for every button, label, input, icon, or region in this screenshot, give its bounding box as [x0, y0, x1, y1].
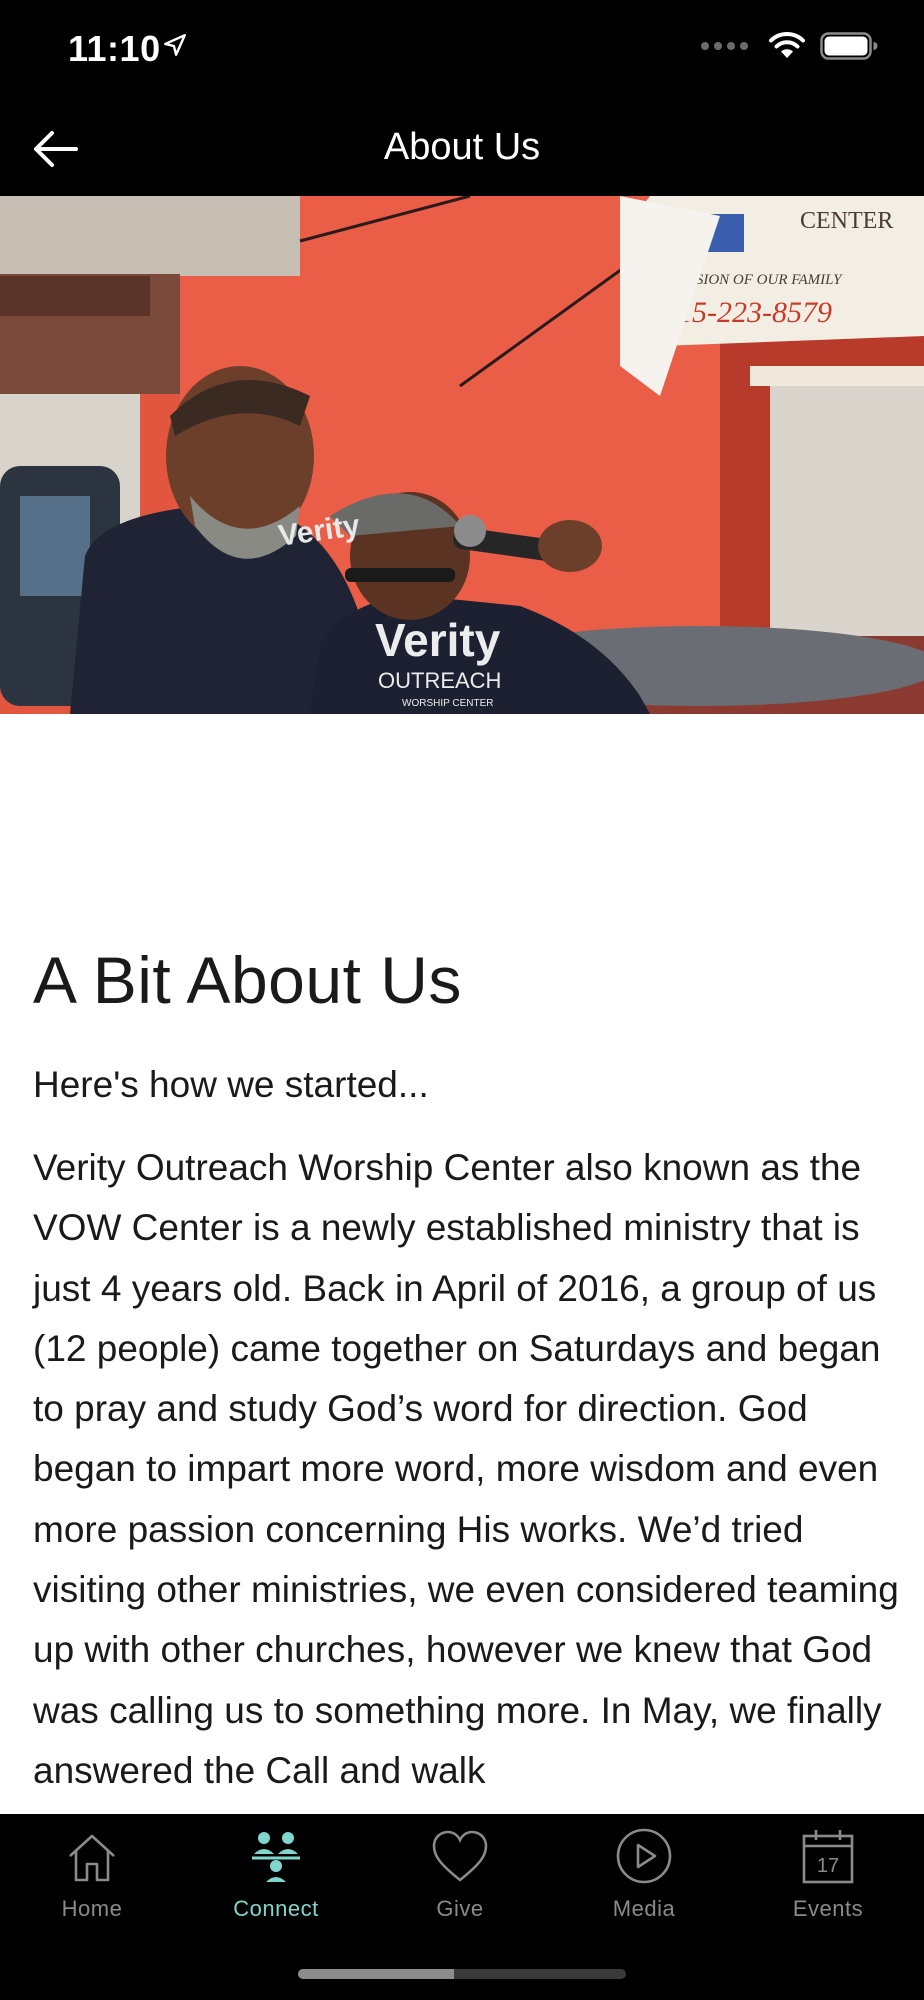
tab-events-label: Events	[792, 1896, 864, 1921]
home-indicator[interactable]	[298, 1969, 626, 1979]
heart-icon	[432, 1830, 488, 1882]
sign-text-center: CENTER	[800, 208, 893, 234]
hero-photo: CENTER EXTENSION OF OUR FAMILY 215-223-8…	[0, 196, 924, 714]
hoodie-logo-text-large: Verity	[375, 614, 501, 666]
battery-icon	[820, 32, 878, 60]
about-content: A Bit About Us Here's how we started... …	[0, 714, 924, 1814]
home-icon	[69, 1834, 115, 1882]
connect-people-icon	[252, 1832, 300, 1882]
tab-home-label: Home	[61, 1896, 123, 1921]
tab-media-label: Media	[612, 1896, 676, 1921]
section-body-text: Verity Outreach Worship Center also know…	[33, 1147, 899, 1791]
hoodie-worship-center-text: WORSHIP CENTER	[402, 698, 494, 709]
hero-illustration: CENTER EXTENSION OF OUR FAMILY 215-223-8…	[0, 196, 924, 714]
calendar-day-number: 17	[817, 1855, 839, 1877]
tab-connect-label: Connect	[233, 1896, 319, 1921]
tab-connect[interactable]: Connect	[184, 1814, 368, 1944]
hoodie-outreach-text: OUTREACH	[378, 668, 501, 693]
location-arrow-icon	[164, 34, 186, 56]
signal-dots-icon	[701, 42, 748, 50]
calendar-icon: 17	[802, 1830, 854, 1884]
section-subheading: Here's how we started...	[33, 1064, 429, 1105]
status-time: 11:10	[68, 28, 161, 69]
section-heading: A Bit About Us	[33, 943, 462, 1017]
tab-media[interactable]: Media	[552, 1814, 736, 1944]
page-title: About Us	[383, 126, 541, 168]
status-bar: 11:10	[0, 0, 924, 100]
status-indicators	[701, 32, 878, 60]
navigation-bar: About Us	[0, 100, 924, 196]
tab-home[interactable]: Home	[0, 1814, 184, 1944]
about-us-screen: 11:10 About Us CENTER EXTENSION OF OUR F…	[0, 0, 924, 2000]
wifi-icon	[769, 32, 805, 58]
tab-give[interactable]: Give	[368, 1814, 552, 1944]
home-indicator-highlight	[298, 1969, 454, 1979]
play-circle-icon	[616, 1828, 672, 1884]
tab-events[interactable]: 17 Events	[736, 1814, 920, 1944]
tab-give-label: Give	[436, 1896, 484, 1921]
